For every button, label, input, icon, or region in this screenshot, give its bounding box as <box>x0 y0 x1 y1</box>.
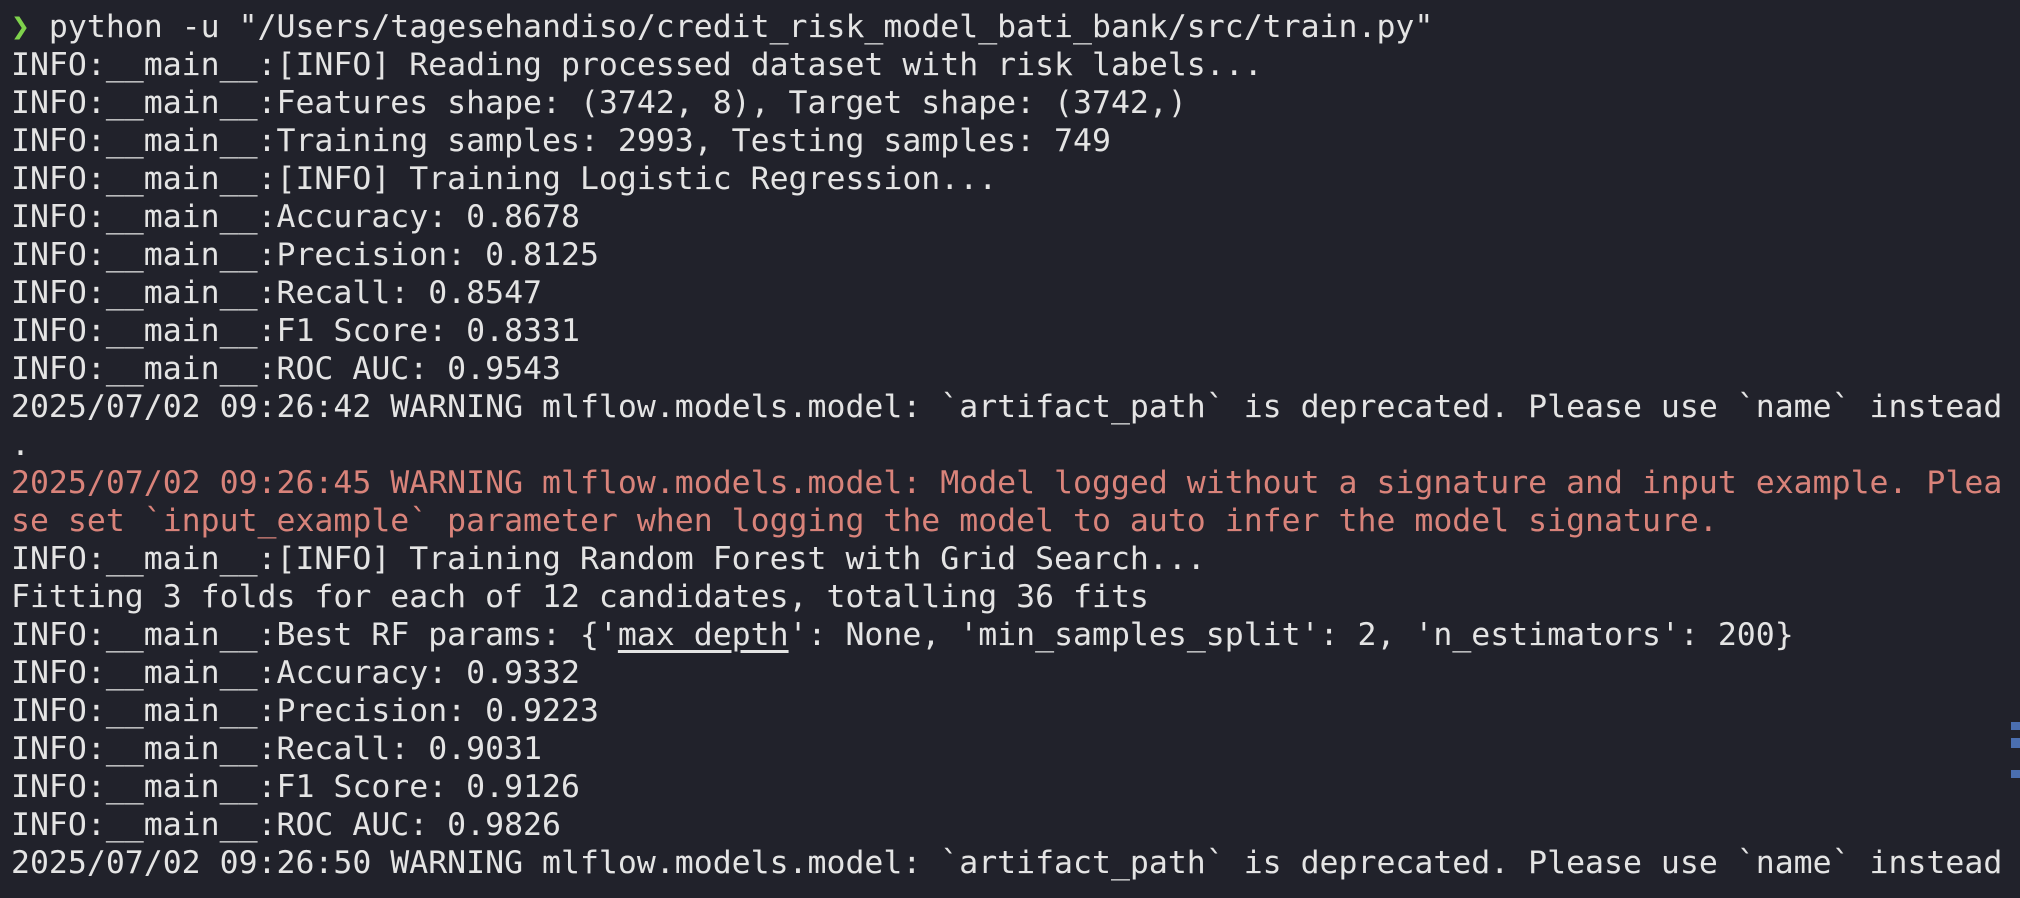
warning-line: 2025/07/02 09:26:50 WARNING mlflow.model… <box>11 845 2003 881</box>
output-line: INFO:__main__:Precision: 0.8125 <box>11 237 599 273</box>
scroll-marker[interactable] <box>2011 770 2020 778</box>
output-line: INFO:__main__:Precision: 0.9223 <box>11 693 599 729</box>
output-line: INFO:__main__:[INFO] Training Logistic R… <box>11 161 998 197</box>
prompt-arrow-icon: ❯ <box>11 9 30 45</box>
warning-line-wrap: . <box>11 427 30 463</box>
output-line: INFO:__main__:Accuracy: 0.9332 <box>11 655 580 691</box>
terminal-window[interactable]: ❯ python -u "/Users/tagesehandiso/credit… <box>0 0 2020 898</box>
best-params-line: INFO:__main__:Best RF params: {'max_dept… <box>11 616 2020 654</box>
command-line: ❯ python -u "/Users/tagesehandiso/credit… <box>11 8 2020 46</box>
output-line: INFO:__main__:Recall: 0.9031 <box>11 731 543 767</box>
warning-line-red: 2025/07/02 09:26:45 WARNING mlflow.model… <box>11 465 2003 501</box>
output-line: INFO:__main__:Accuracy: 0.8678 <box>11 199 580 235</box>
output-line: INFO:__main__:[INFO] Training Random For… <box>11 541 1206 577</box>
scroll-marker[interactable] <box>2011 722 2020 730</box>
best-params-prefix: INFO:__main__:Best RF params: {' <box>11 617 618 653</box>
scroll-marker[interactable] <box>2011 738 2020 748</box>
best-params-suffix: ': None, 'min_samples_split': 2, 'n_esti… <box>788 617 1794 653</box>
output-line: INFO:__main__:ROC AUC: 0.9826 <box>11 807 561 843</box>
command-text: python -u "/Users/tagesehandiso/credit_r… <box>29 9 1434 45</box>
output-line: INFO:__main__:Recall: 0.8547 <box>11 275 543 311</box>
best-params-link[interactable]: max_depth <box>618 617 789 653</box>
output-line: INFO:__main__:F1 Score: 0.8331 <box>11 313 580 349</box>
output-line: INFO:__main__:Training samples: 2993, Te… <box>11 123 1111 159</box>
output-line: INFO:__main__:[INFO] Reading processed d… <box>11 47 1263 83</box>
output-line: Fitting 3 folds for each of 12 candidate… <box>11 579 1149 615</box>
warning-line-red-wrap: se set `input_example` parameter when lo… <box>11 503 1718 539</box>
warning-line: 2025/07/02 09:26:42 WARNING mlflow.model… <box>11 389 2003 425</box>
output-line: INFO:__main__:F1 Score: 0.9126 <box>11 769 580 805</box>
output-line: INFO:__main__:ROC AUC: 0.9543 <box>11 351 561 387</box>
output-line: INFO:__main__:Features shape: (3742, 8),… <box>11 85 1187 121</box>
